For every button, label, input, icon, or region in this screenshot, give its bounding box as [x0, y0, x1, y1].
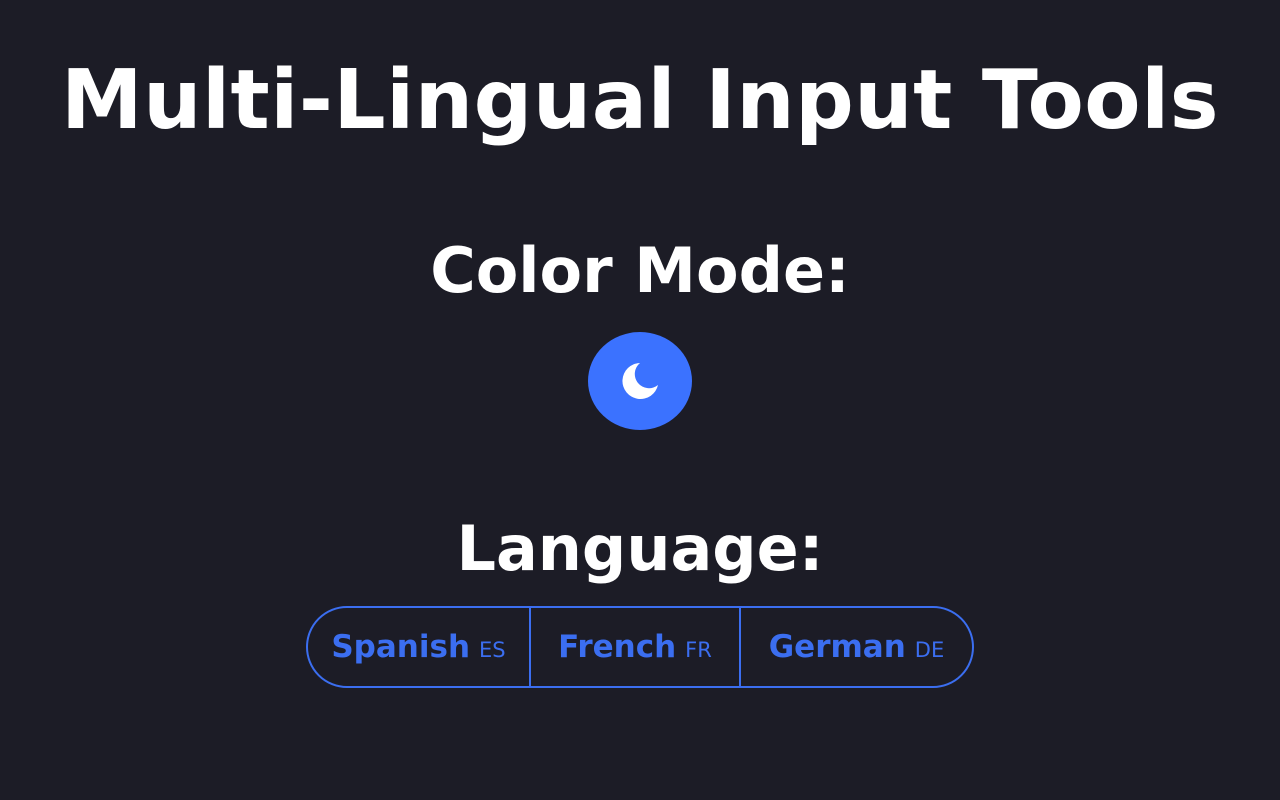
language-button-group: Spanish ES French FR German DE	[306, 606, 974, 688]
language-heading: Language:	[456, 512, 824, 585]
language-code: DE	[914, 638, 945, 662]
language-name: French	[558, 629, 677, 665]
language-button-german[interactable]: German DE	[739, 608, 972, 686]
color-mode-toggle-button[interactable]	[588, 332, 692, 430]
page-title: Multi-Lingual Input Tools	[60, 53, 1220, 148]
language-name: Spanish	[331, 629, 471, 665]
color-mode-heading: Color Mode:	[430, 234, 850, 307]
page: Multi-Lingual Input Tools Color Mode: La…	[0, 0, 1280, 800]
language-code: ES	[479, 638, 506, 662]
language-name: German	[768, 629, 906, 665]
language-button-spanish[interactable]: Spanish ES	[308, 608, 529, 686]
language-code: FR	[685, 638, 712, 662]
moon-icon	[618, 359, 662, 403]
language-button-french[interactable]: French FR	[529, 608, 739, 686]
